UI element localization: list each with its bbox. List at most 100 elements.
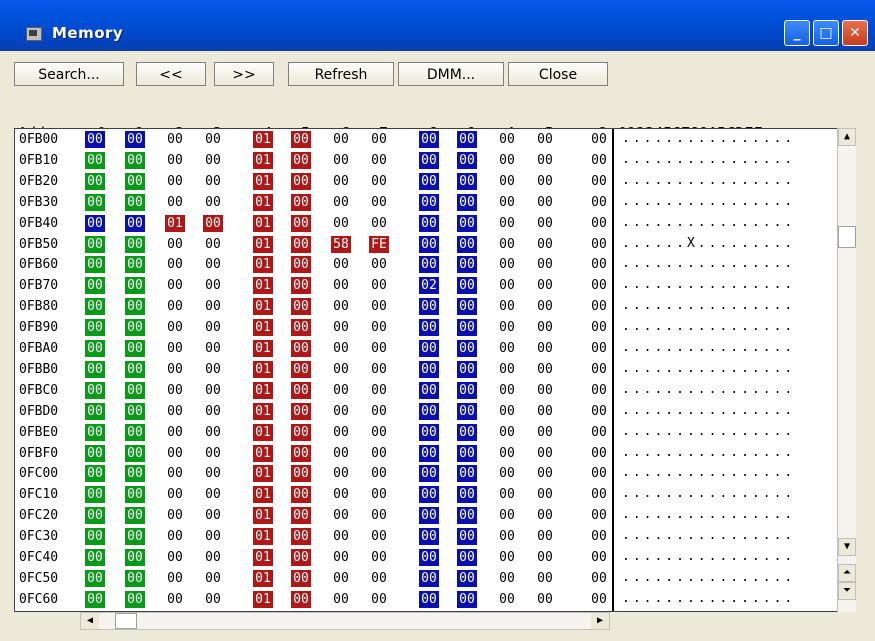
byte-cell[interactable]: 00 <box>419 256 439 274</box>
byte-cell[interactable]: 01 <box>253 360 273 378</box>
byte-cell[interactable]: 00 <box>419 402 439 420</box>
byte-cell[interactable]: 00 <box>419 214 439 232</box>
byte-cell[interactable]: 00 <box>457 590 477 608</box>
byte-cell[interactable]: 01 <box>253 381 273 399</box>
byte-cell[interactable]: 00 <box>125 381 145 399</box>
byte-cell[interactable]: 00 <box>165 403 185 420</box>
byte-cell[interactable]: 00 <box>125 256 145 274</box>
byte-cell[interactable]: 00 <box>85 214 105 232</box>
vertical-scrollbar[interactable]: ▲ ▼ ⏶ ⏷ <box>837 128 856 612</box>
byte-cell[interactable]: 00 <box>369 528 389 545</box>
byte-cell[interactable]: 00 <box>125 549 145 566</box>
byte-cell[interactable]: 01 <box>253 569 273 587</box>
byte-cell[interactable]: 00 <box>203 424 223 441</box>
byte-cell[interactable]: 00 <box>203 486 223 503</box>
byte-cell[interactable]: 00 <box>457 381 477 399</box>
byte-cell[interactable]: 00 <box>291 590 311 608</box>
byte-cell[interactable]: 00 <box>125 340 145 357</box>
byte-cell[interactable]: 00 <box>457 319 477 337</box>
byte-cell[interactable]: 00 <box>331 173 351 190</box>
byte-cell[interactable]: 01 <box>253 549 273 566</box>
byte-cell[interactable]: 00 <box>331 361 351 378</box>
byte-cell[interactable]: 00 <box>165 236 185 253</box>
byte-cell[interactable]: 00 <box>85 381 105 399</box>
byte-cell[interactable]: 00 <box>497 131 517 148</box>
byte-cell[interactable]: 00 <box>291 402 311 420</box>
byte-cell[interactable]: 00 <box>419 381 439 399</box>
byte-cell[interactable]: 00 <box>331 591 351 608</box>
byte-cell[interactable]: 00 <box>589 486 609 503</box>
byte-cell[interactable]: 00 <box>165 591 185 608</box>
byte-cell[interactable]: 00 <box>369 319 389 336</box>
byte-cell[interactable]: 00 <box>535 570 555 587</box>
byte-cell[interactable]: 00 <box>535 131 555 148</box>
byte-cell[interactable]: 00 <box>589 361 609 378</box>
byte-cell[interactable]: 00 <box>419 319 439 337</box>
byte-cell[interactable]: 00 <box>497 298 517 315</box>
byte-cell[interactable]: 00 <box>85 423 105 441</box>
byte-cell[interactable]: 00 <box>457 214 477 232</box>
byte-cell[interactable]: 00 <box>369 570 389 587</box>
byte-cell[interactable]: 00 <box>165 173 185 190</box>
prev-button[interactable]: << <box>136 62 206 86</box>
byte-cell[interactable]: 00 <box>457 507 477 525</box>
byte-cell[interactable]: 00 <box>85 256 105 274</box>
title-bar[interactable]: Memory _ □ ✕ <box>0 0 875 51</box>
byte-cell[interactable]: 00 <box>85 151 105 169</box>
byte-cell[interactable]: 00 <box>125 590 145 608</box>
byte-cell[interactable]: 00 <box>291 569 311 587</box>
byte-cell[interactable]: 00 <box>125 193 145 211</box>
byte-cell[interactable]: 00 <box>203 445 223 462</box>
byte-cell[interactable]: 00 <box>85 444 105 462</box>
byte-cell[interactable]: 00 <box>125 214 145 232</box>
byte-cell[interactable]: 00 <box>291 340 311 357</box>
byte-cell[interactable]: 00 <box>165 194 185 211</box>
byte-cell[interactable]: 00 <box>535 486 555 503</box>
byte-cell[interactable]: 00 <box>419 590 439 608</box>
byte-cell[interactable]: 00 <box>369 277 389 294</box>
byte-cell[interactable]: 00 <box>331 424 351 441</box>
byte-cell[interactable]: 01 <box>253 214 273 232</box>
byte-cell[interactable]: 01 <box>253 172 273 190</box>
byte-cell[interactable]: 00 <box>291 381 311 399</box>
byte-cell[interactable]: 00 <box>589 277 609 294</box>
byte-cell[interactable]: 00 <box>165 319 185 336</box>
byte-cell[interactable]: 00 <box>369 194 389 211</box>
byte-cell[interactable]: 00 <box>589 236 609 253</box>
close-button[interactable]: Close <box>508 62 608 86</box>
byte-cell[interactable]: 01 <box>253 402 273 420</box>
byte-cell[interactable]: 00 <box>165 549 185 566</box>
byte-cell[interactable]: 00 <box>419 360 439 378</box>
byte-cell[interactable]: 00 <box>589 570 609 587</box>
byte-cell[interactable]: 01 <box>253 319 273 337</box>
byte-cell[interactable]: 00 <box>457 298 477 316</box>
byte-cell[interactable]: 00 <box>369 173 389 190</box>
page-up-icon[interactable]: ⏶ <box>838 564 856 582</box>
byte-cell[interactable]: 00 <box>369 256 389 273</box>
byte-cell[interactable]: 00 <box>457 256 477 274</box>
byte-cell[interactable]: 00 <box>291 193 311 211</box>
scroll-left-icon[interactable]: ◀ <box>81 613 99 629</box>
byte-cell[interactable]: 00 <box>85 465 105 483</box>
byte-cell[interactable]: 00 <box>125 569 145 587</box>
byte-cell[interactable]: 00 <box>589 382 609 399</box>
byte-cell[interactable]: 00 <box>369 445 389 462</box>
byte-cell[interactable]: 00 <box>85 590 105 608</box>
byte-cell[interactable]: 00 <box>85 172 105 190</box>
byte-cell[interactable]: 00 <box>203 591 223 608</box>
byte-cell[interactable]: 00 <box>85 402 105 420</box>
byte-cell[interactable]: 00 <box>497 486 517 503</box>
byte-cell[interactable]: 00 <box>85 360 105 378</box>
byte-cell[interactable]: 00 <box>165 361 185 378</box>
byte-cell[interactable]: 00 <box>457 131 477 148</box>
byte-cell[interactable]: 00 <box>165 131 185 148</box>
byte-cell[interactable]: 00 <box>497 194 517 211</box>
byte-cell[interactable]: 00 <box>497 277 517 294</box>
byte-cell[interactable]: 00 <box>203 277 223 294</box>
byte-cell[interactable]: 00 <box>125 298 145 316</box>
byte-cell[interactable]: 00 <box>457 360 477 378</box>
byte-cell[interactable]: 00 <box>369 340 389 357</box>
byte-cell[interactable]: 00 <box>369 215 389 232</box>
refresh-button[interactable]: Refresh <box>288 62 394 86</box>
byte-cell[interactable]: 00 <box>589 298 609 315</box>
